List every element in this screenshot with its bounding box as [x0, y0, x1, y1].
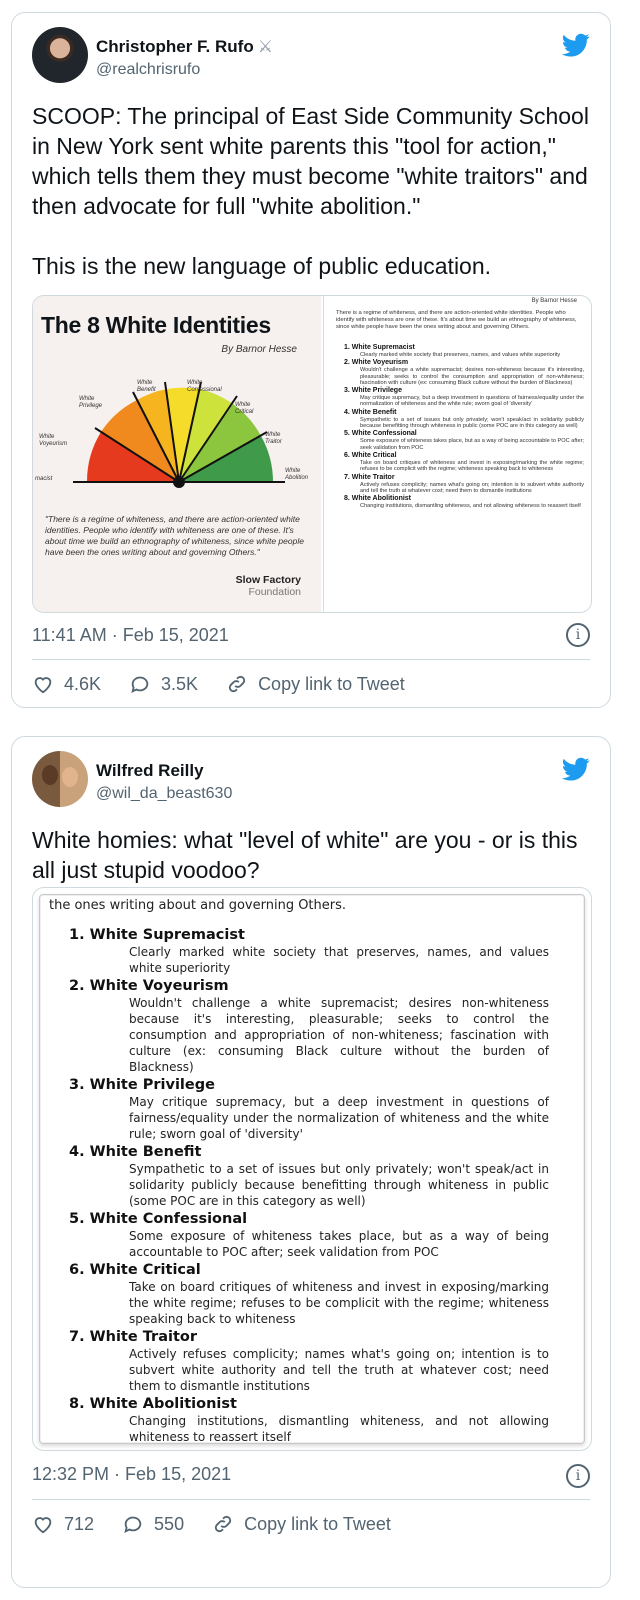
identity-list-small: 1. White Supremacist Clearly marked white…	[344, 344, 584, 510]
reply-button[interactable]: 550	[122, 1513, 184, 1535]
gauge-label-abolition: White Abolition	[285, 468, 309, 481]
image-intro: the ones writing about and governing Oth…	[49, 898, 347, 913]
list-item: 8. White Abolitionist Changing institutio…	[344, 495, 581, 510]
list-item: 7. White Traitor Actively refuses complic…	[344, 473, 584, 494]
gauge-label-privilege: White Privilege	[79, 396, 103, 409]
infographic-byline: By Barnor Hesse	[221, 344, 297, 355]
list-item: 5. White Confessional Some exposure of wh…	[344, 430, 584, 451]
reply-button[interactable]: 3.5K	[129, 673, 198, 695]
tweet-card-1[interactable]: Christopher F. Rufo ⚔ @realchrisrufo SCOO…	[11, 12, 611, 708]
avatar[interactable]	[32, 27, 88, 83]
tweet-text: SCOOP: The principal of East Side Commun…	[32, 101, 590, 281]
list-item: 6. White Critical Take on board critiques…	[344, 451, 584, 473]
twitter-bird-icon[interactable]	[560, 31, 592, 59]
heart-icon	[34, 677, 52, 694]
like-count: 4.6K	[64, 673, 102, 694]
copy-link-button[interactable]: Copy link to Tweet	[226, 673, 405, 695]
list-item: 5. White Confessional Some exposure of wh…	[69, 1211, 549, 1259]
infographic-quote: "There is a regime of whiteness, and the…	[45, 514, 304, 557]
gauge-label-voyeurism: White Voyeurism	[39, 434, 68, 447]
tweet-card-2[interactable]: Wilfred Reilly @wil_da_beast630 White ho…	[11, 736, 611, 1588]
like-button[interactable]: 712	[32, 1513, 94, 1535]
list-item: 3. White Privilege May critique supremacy…	[344, 387, 584, 408]
author-name[interactable]: Christopher F. Rufo ⚔	[96, 37, 273, 57]
divider	[32, 1499, 590, 1500]
avatar[interactable]	[32, 751, 88, 807]
copy-link-label: Copy link to Tweet	[244, 1513, 391, 1534]
tweet-text: White homies: what "level of white" are …	[32, 827, 578, 883]
list-item: 1. White Supremacist Clearly marked white…	[344, 344, 561, 358]
gauge-label-traitor: White Traitor	[265, 432, 282, 445]
infographic-title: The 8 White Identities	[41, 312, 271, 338]
tweet-text-p1: SCOOP: The principal of East Side Commun…	[32, 103, 589, 219]
identity-list-large: 1. White Supremacist Clearly marked white…	[69, 926, 549, 1446]
right-intro: There is a regime of whiteness, and ther…	[336, 310, 577, 330]
copy-link-button[interactable]: Copy link to Tweet	[212, 1513, 391, 1535]
copy-link-label: Copy link to Tweet	[258, 673, 405, 694]
info-icon[interactable]: i	[566, 623, 590, 647]
tweet-image[interactable]: the ones writing about and governing Oth…	[32, 887, 592, 1451]
link-icon	[228, 675, 246, 693]
reply-icon	[131, 676, 149, 694]
info-icon[interactable]: i	[566, 1464, 590, 1488]
tweet-text-p2: This is the new language of public educa…	[32, 253, 492, 279]
tweet-image[interactable]: The 8 White Identities By Barnor Hesse W…	[32, 295, 592, 613]
like-button[interactable]: 4.6K	[32, 673, 101, 695]
link-icon	[214, 1515, 232, 1533]
reply-count: 550	[154, 1513, 185, 1534]
author-handle[interactable]: @realchrisrufo	[96, 61, 200, 79]
swords-emoji: ⚔	[257, 37, 273, 56]
list-item: 2. White Voyeurism Wouldn't challenge a w…	[344, 359, 584, 386]
list-item: 6. White Critical Take on board critiques…	[69, 1262, 549, 1326]
twitter-bird-icon[interactable]	[560, 755, 592, 783]
author-name[interactable]: Wilfred Reilly	[96, 761, 204, 781]
infographic-right: By Barnor Hesse There is a regime of whi…	[323, 296, 591, 612]
reply-count: 3.5K	[161, 673, 199, 694]
gauge-chart	[73, 381, 285, 488]
tweet-timestamp[interactable]: 12:32 PM · Feb 15, 2021	[32, 1464, 231, 1485]
list-item: 3. White Privilege May critique supremacy…	[69, 1077, 549, 1141]
list-item: 1. White Supremacist Clearly marked white…	[69, 927, 549, 975]
gauge-label-confessional: White Confessional	[187, 380, 222, 393]
list-item: 7. White Traitor Actively refuses complic…	[69, 1329, 549, 1393]
gauge-label-critical: White Critical	[235, 402, 254, 415]
tweet-timestamp[interactable]: 11:41 AM · Feb 15, 2021	[32, 625, 229, 646]
like-count: 712	[64, 1513, 95, 1534]
gauge-label-benefit: White Benefit	[137, 380, 156, 393]
list-item: 4. White Benefit Sympathetic to a set of …	[69, 1144, 549, 1208]
list-item: 8. White Abolitionist Changing institutio…	[69, 1396, 549, 1444]
slow-factory-logo: Slow Factory Foundation	[235, 574, 301, 598]
right-byline: By Barnor Hesse	[531, 298, 577, 304]
infographic-left: The 8 White Identities By Barnor Hesse W…	[33, 296, 321, 612]
list-item: 2. White Voyeurism Wouldn't challenge a w…	[69, 978, 549, 1074]
heart-icon	[34, 1517, 52, 1534]
divider	[32, 659, 590, 660]
tweet-actions: 712 550 Copy link to Tweet	[32, 1513, 590, 1535]
tweet-actions: 4.6K 3.5K Copy link to Tweet	[32, 673, 590, 695]
author-handle[interactable]: @wil_da_beast630	[96, 785, 232, 803]
reply-icon	[124, 1516, 142, 1534]
list-item: 4. White Benefit Sympathetic to a set of …	[344, 408, 584, 430]
gauge-label-supremacist: macist	[35, 476, 53, 482]
